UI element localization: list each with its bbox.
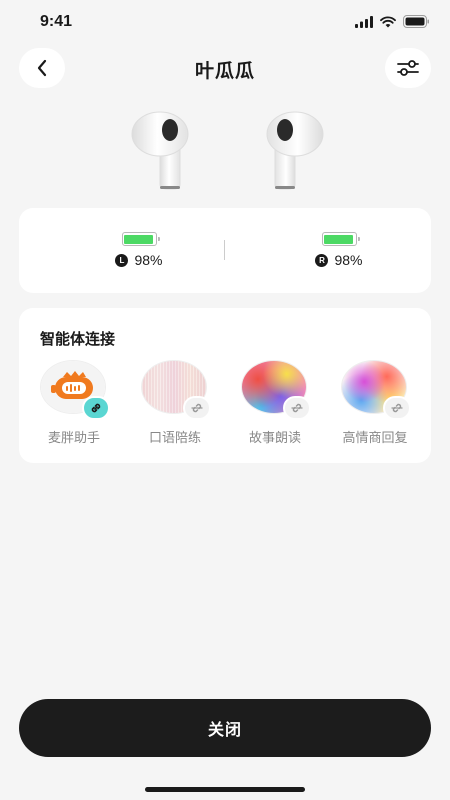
nav-bar: 叶瓜瓜 [0, 48, 450, 88]
link-badge-disconnected [383, 396, 411, 420]
link-badge-connected [82, 396, 110, 420]
agent-item-eq-reply[interactable]: 高情商回复 [330, 360, 420, 446]
broken-link-icon [191, 403, 203, 413]
battery-icon [321, 232, 360, 246]
link-badge-disconnected [283, 396, 311, 420]
battery-divider [224, 240, 225, 260]
link-icon [91, 403, 101, 413]
agent-avatar [40, 360, 110, 420]
agent-avatar [241, 360, 311, 420]
sliders-icon [397, 60, 419, 76]
right-battery-percent: 98% [334, 252, 363, 268]
status-time: 9:41 [40, 13, 73, 30]
close-button[interactable]: 关闭 [19, 699, 431, 757]
battery-status-icon [403, 15, 429, 28]
left-side-badge: L [115, 253, 129, 267]
right-earbud-image [266, 111, 324, 190]
left-battery-percent: 98% [134, 252, 163, 268]
status-bar: 9:41 [0, 0, 450, 44]
battery-fill [124, 234, 154, 244]
agent-section-title: 智能体连接 [40, 330, 116, 348]
settings-button[interactable] [385, 48, 431, 88]
agent-item-story-reading[interactable]: 故事朗读 [230, 360, 320, 446]
agent-label: 高情商回复 [342, 431, 408, 446]
agent-avatar [341, 360, 411, 420]
wifi-icon [380, 15, 396, 27]
agent-label: 故事朗读 [248, 431, 301, 446]
right-side-badge: R [315, 253, 329, 267]
left-earbud-image [131, 111, 189, 190]
agent-label: 麦胖助手 [47, 431, 100, 446]
cellular-signal-icon [355, 15, 373, 28]
right-battery: R 98% [284, 232, 394, 268]
agent-avatar [141, 360, 211, 420]
battery-card: L 98% R 98% [19, 208, 431, 293]
broken-link-icon [391, 403, 403, 413]
agent-connection-card: 智能体连接 麦胖助手 口语陪练 故事朗读 高情商回复 [19, 308, 431, 463]
agent-label: 口语陪练 [148, 431, 201, 446]
battery-icon [121, 232, 160, 246]
link-badge-disconnected [183, 396, 211, 420]
right-battery-readout: R 98% [315, 252, 363, 268]
left-battery-readout: L 98% [115, 252, 163, 268]
left-battery: L 98% [84, 232, 194, 268]
page-title: 叶瓜瓜 [194, 60, 255, 82]
status-icons [355, 15, 430, 28]
battery-fill [324, 234, 354, 244]
broken-link-icon [291, 403, 303, 413]
agent-item-maipang[interactable]: 麦胖助手 [29, 360, 119, 446]
earbuds-illustration [0, 108, 450, 192]
agent-item-oral-practice[interactable]: 口语陪练 [130, 360, 220, 446]
home-indicator [145, 787, 305, 792]
